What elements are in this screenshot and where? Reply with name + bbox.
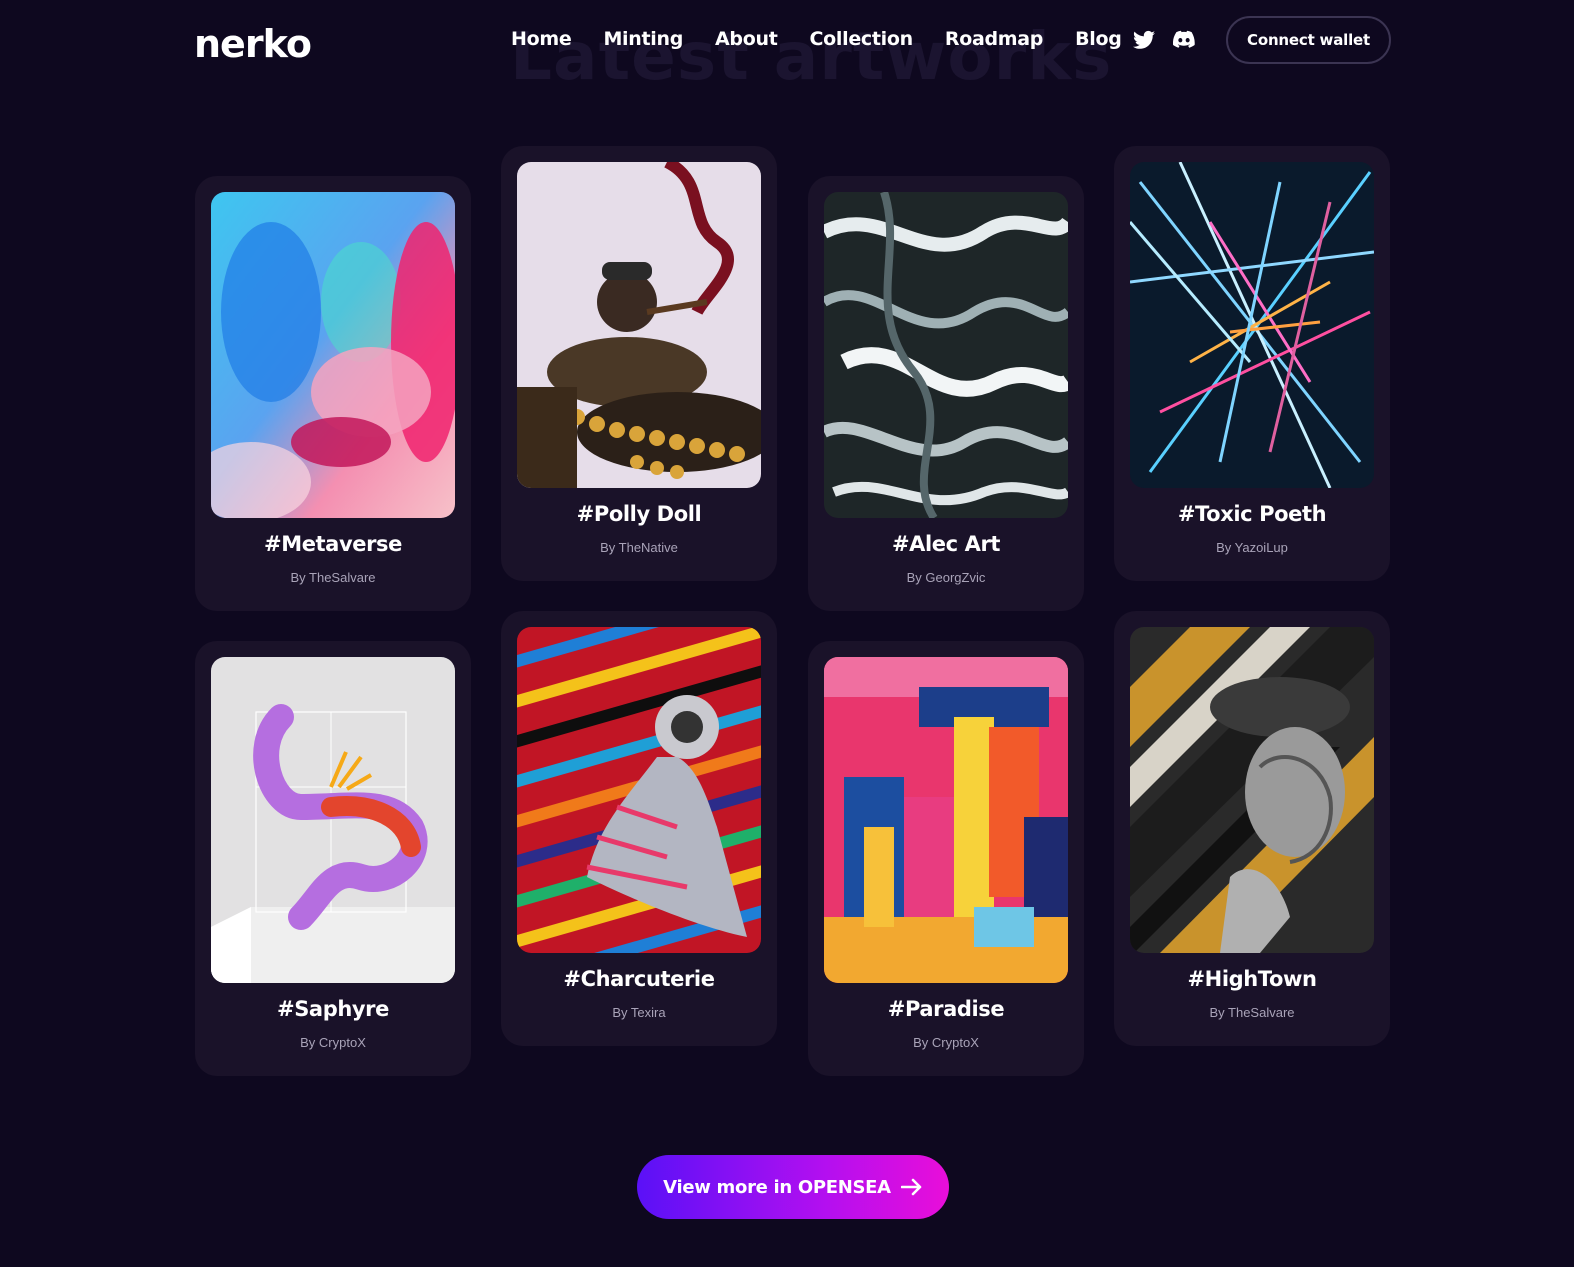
social-links bbox=[1133, 30, 1195, 50]
artwork-image[interactable] bbox=[211, 192, 455, 518]
arrow-right-icon bbox=[900, 1178, 923, 1196]
discord-icon[interactable] bbox=[1173, 30, 1195, 50]
nav-minting[interactable]: Minting bbox=[603, 28, 683, 50]
nav-home[interactable]: Home bbox=[511, 28, 572, 50]
artwork-author: By GeorgZvic bbox=[906, 570, 986, 585]
artwork-title[interactable]: #Alec Art bbox=[808, 532, 1084, 556]
artwork-author: By YazoiLup bbox=[1216, 540, 1288, 555]
artwork-image[interactable] bbox=[517, 627, 761, 953]
artwork-title[interactable]: #HighTown bbox=[1114, 967, 1390, 991]
artwork-card[interactable]: #Metaverse By TheSalvare bbox=[195, 176, 471, 611]
nav-blog[interactable]: Blog bbox=[1075, 28, 1122, 50]
artwork-title[interactable]: #Polly Doll bbox=[501, 502, 777, 526]
artwork-title[interactable]: #Metaverse bbox=[195, 532, 471, 556]
artwork-author: By TheSalvare bbox=[290, 570, 376, 585]
nav-about[interactable]: About bbox=[715, 28, 778, 50]
artwork-card[interactable]: #Charcuterie By Texira bbox=[501, 611, 777, 1046]
artwork-card[interactable]: #Alec Art By GeorgZvic bbox=[808, 176, 1084, 611]
page: Latest artworks nerko Home Minting About… bbox=[0, 0, 1574, 1267]
artwork-card[interactable]: #Toxic Poeth By YazoiLup bbox=[1114, 146, 1390, 581]
opensea-button-label: View more in OPENSEA bbox=[663, 1176, 891, 1198]
artwork-image[interactable] bbox=[211, 657, 455, 983]
artwork-author: By TheSalvare bbox=[1209, 1005, 1295, 1020]
artwork-title[interactable]: #Charcuterie bbox=[501, 967, 777, 991]
artwork-title[interactable]: #Toxic Poeth bbox=[1114, 502, 1390, 526]
artwork-card[interactable]: #Saphyre By CryptoX bbox=[195, 641, 471, 1076]
nav-roadmap[interactable]: Roadmap bbox=[945, 28, 1044, 50]
main-nav: Home Minting About Collection Roadmap Bl… bbox=[511, 28, 1122, 50]
artwork-author: By Texira bbox=[612, 1005, 666, 1020]
artwork-image[interactable] bbox=[1130, 627, 1374, 953]
artwork-card[interactable]: #HighTown By TheSalvare bbox=[1114, 611, 1390, 1046]
artwork-title[interactable]: #Paradise bbox=[808, 997, 1084, 1021]
artwork-title[interactable]: #Saphyre bbox=[195, 997, 471, 1021]
artwork-card[interactable]: #Polly Doll By TheNative bbox=[501, 146, 777, 581]
artwork-author: By CryptoX bbox=[913, 1035, 979, 1050]
artwork-image[interactable] bbox=[517, 162, 761, 488]
artwork-image[interactable] bbox=[1130, 162, 1374, 488]
twitter-icon[interactable] bbox=[1133, 30, 1155, 50]
site-logo[interactable]: nerko bbox=[194, 22, 312, 66]
artwork-author: By TheNative bbox=[600, 540, 678, 555]
artwork-card[interactable]: #Paradise By CryptoX bbox=[808, 641, 1084, 1076]
artwork-author: By CryptoX bbox=[300, 1035, 366, 1050]
nav-collection[interactable]: Collection bbox=[810, 28, 914, 50]
connect-wallet-button[interactable]: Connect wallet bbox=[1226, 16, 1391, 64]
artwork-image[interactable] bbox=[824, 657, 1068, 983]
view-more-opensea-button[interactable]: View more in OPENSEA bbox=[637, 1155, 949, 1219]
artwork-image[interactable] bbox=[824, 192, 1068, 518]
